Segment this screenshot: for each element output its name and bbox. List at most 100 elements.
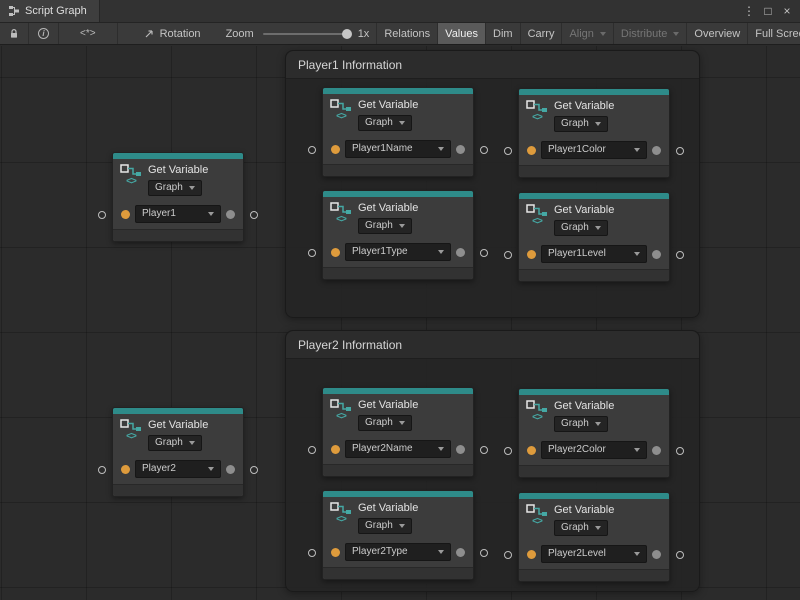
inspect-button[interactable]: i	[29, 23, 59, 44]
variable-name-port[interactable]	[527, 550, 536, 559]
overview-button[interactable]: Overview	[686, 23, 747, 44]
variable-name-port[interactable]	[331, 445, 340, 454]
value-output-port[interactable]	[456, 145, 465, 154]
values-button[interactable]: Values	[437, 23, 485, 44]
code-preview-button[interactable]: <*>	[59, 23, 118, 44]
input-connection-point[interactable]	[98, 466, 106, 474]
node-footer	[519, 165, 669, 177]
value-output-port[interactable]	[652, 250, 661, 259]
variable-name-port[interactable]	[331, 248, 340, 257]
variable-dropdown[interactable]: Player1Type	[345, 243, 451, 261]
rotation-icon	[144, 28, 155, 39]
dropdown-caret-icon	[189, 186, 195, 190]
distribute-button[interactable]: Distribute	[613, 23, 686, 44]
angle-brackets-icon: <>	[532, 113, 542, 123]
scope-dropdown[interactable]: Graph	[554, 220, 608, 236]
variable-name-port[interactable]	[527, 446, 536, 455]
scope-dropdown[interactable]: Graph	[358, 518, 412, 534]
variable-name-port[interactable]	[121, 465, 130, 474]
variable-dropdown[interactable]: Player2Name	[345, 440, 451, 458]
scope-dropdown[interactable]: Graph	[148, 180, 202, 196]
node-get-variable-player2[interactable]: <> Get Variable Graph Player2	[112, 407, 244, 497]
variable-dropdown[interactable]: Player1	[135, 205, 221, 223]
align-button[interactable]: Align	[561, 23, 612, 44]
input-connection-point[interactable]	[98, 211, 106, 219]
node-get-variable-player1level[interactable]: <> Get Variable Graph Player1Level	[518, 192, 670, 282]
input-connection-point[interactable]	[308, 446, 316, 454]
dropdown-caret-icon	[595, 226, 601, 230]
variable-dropdown[interactable]: Player1Color	[541, 141, 647, 159]
node-get-variable-player2type[interactable]: <> Get Variable Graph Player2Type	[322, 490, 474, 580]
output-connection-point[interactable]	[676, 147, 684, 155]
output-connection-point[interactable]	[676, 447, 684, 455]
node-get-variable-player2level[interactable]: <> Get Variable Graph Player2Level	[518, 492, 670, 582]
node-get-variable-player1color[interactable]: <> Get Variable Graph Player1Color	[518, 88, 670, 178]
input-connection-point[interactable]	[308, 146, 316, 154]
input-connection-point[interactable]	[504, 251, 512, 259]
node-get-variable-player1name[interactable]: <> Get Variable Graph Player1Name	[322, 87, 474, 177]
window-menu-icon[interactable]: ⋮	[741, 3, 757, 19]
node-get-variable-player2color[interactable]: <> Get Variable Graph Player2Color	[518, 388, 670, 478]
variable-dropdown[interactable]: Player2Color	[541, 441, 647, 459]
graph-canvas[interactable]: Player1 Information Player2 Information …	[0, 46, 800, 600]
group-title[interactable]: Player2 Information	[286, 331, 699, 359]
maximize-icon[interactable]: □	[760, 3, 776, 19]
carry-button[interactable]: Carry	[520, 23, 562, 44]
value-output-port[interactable]	[652, 146, 661, 155]
value-output-port[interactable]	[226, 465, 235, 474]
variable-dropdown[interactable]: Player1Name	[345, 140, 451, 158]
zoom-slider[interactable]	[263, 33, 349, 35]
output-connection-point[interactable]	[480, 146, 488, 154]
variable-name-port[interactable]	[331, 548, 340, 557]
input-connection-point[interactable]	[308, 249, 316, 257]
output-connection-point[interactable]	[480, 549, 488, 557]
variable-name-port[interactable]	[527, 146, 536, 155]
scope-dropdown[interactable]: Graph	[148, 435, 202, 451]
output-connection-point[interactable]	[676, 551, 684, 559]
value-output-port[interactable]	[652, 550, 661, 559]
value-output-port[interactable]	[226, 210, 235, 219]
variable-icon: <>	[330, 399, 352, 431]
output-connection-point[interactable]	[250, 466, 258, 474]
output-connection-point[interactable]	[480, 249, 488, 257]
code-icon: <*>	[66, 28, 110, 39]
variable-name-port[interactable]	[121, 210, 130, 219]
lock-button[interactable]	[0, 23, 29, 44]
input-connection-point[interactable]	[504, 147, 512, 155]
variable-dropdown[interactable]: Player2Type	[345, 543, 451, 561]
value-output-port[interactable]	[652, 446, 661, 455]
output-connection-point[interactable]	[250, 211, 258, 219]
tab-title: Script Graph	[25, 5, 87, 17]
scope-dropdown[interactable]: Graph	[358, 415, 412, 431]
full-screen-button[interactable]: Full Screen	[747, 23, 800, 44]
scope-dropdown[interactable]: Graph	[554, 416, 608, 432]
dropdown-caret-icon	[634, 448, 640, 452]
variable-name-port[interactable]	[527, 250, 536, 259]
node-get-variable-player1type[interactable]: <> Get Variable Graph Player1Type	[322, 190, 474, 280]
input-connection-point[interactable]	[504, 447, 512, 455]
scope-dropdown[interactable]: Graph	[358, 115, 412, 131]
value-output-port[interactable]	[456, 548, 465, 557]
variable-name-port[interactable]	[331, 145, 340, 154]
variable-dropdown[interactable]: Player1Level	[541, 245, 647, 263]
scope-dropdown[interactable]: Graph	[554, 116, 608, 132]
node-get-variable-player2name[interactable]: <> Get Variable Graph Player2Name	[322, 387, 474, 477]
input-connection-point[interactable]	[308, 549, 316, 557]
close-icon[interactable]: ×	[779, 3, 795, 19]
value-output-port[interactable]	[456, 445, 465, 454]
scope-dropdown[interactable]: Graph	[358, 218, 412, 234]
value-output-port[interactable]	[456, 248, 465, 257]
output-connection-point[interactable]	[676, 251, 684, 259]
node-get-variable-player1[interactable]: <> Get Variable Graph Player1	[112, 152, 244, 242]
input-connection-point[interactable]	[504, 551, 512, 559]
rotation-control[interactable]: Rotation	[118, 23, 208, 44]
variable-dropdown[interactable]: Player2Level	[541, 545, 647, 563]
scope-dropdown[interactable]: Graph	[554, 520, 608, 536]
dim-button[interactable]: Dim	[485, 23, 520, 44]
output-connection-point[interactable]	[480, 446, 488, 454]
tab-script-graph[interactable]: Script Graph	[0, 0, 100, 22]
variable-dropdown[interactable]: Player2	[135, 460, 221, 478]
group-title[interactable]: Player1 Information	[286, 51, 699, 79]
zoom-slider-knob[interactable]	[342, 29, 352, 39]
relations-button[interactable]: Relations	[376, 23, 437, 44]
